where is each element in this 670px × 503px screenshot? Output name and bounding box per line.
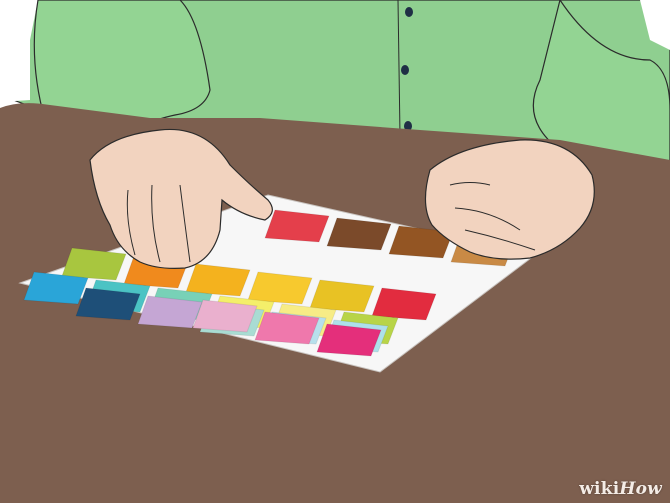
color-swatch xyxy=(326,217,392,251)
color-swatch xyxy=(185,263,251,297)
watermark-part-2: How xyxy=(619,479,662,499)
color-swatch xyxy=(137,295,203,329)
shirt-button-2 xyxy=(401,65,409,75)
color-swatch xyxy=(264,209,330,243)
color-swatch xyxy=(316,323,382,357)
color-swatch xyxy=(23,271,89,305)
color-swatch xyxy=(192,299,258,333)
illustration: wikiHow xyxy=(0,0,670,503)
wikihow-watermark: wikiHow xyxy=(579,479,662,499)
color-swatch xyxy=(75,287,141,321)
color-swatch xyxy=(254,311,320,345)
color-swatch xyxy=(371,287,437,321)
shirt-button-1 xyxy=(405,7,413,17)
color-swatch xyxy=(61,247,127,281)
scene-drawing xyxy=(0,0,670,503)
color-swatch xyxy=(247,271,313,305)
watermark-part-1: wiki xyxy=(579,479,620,499)
color-swatch xyxy=(309,279,375,313)
